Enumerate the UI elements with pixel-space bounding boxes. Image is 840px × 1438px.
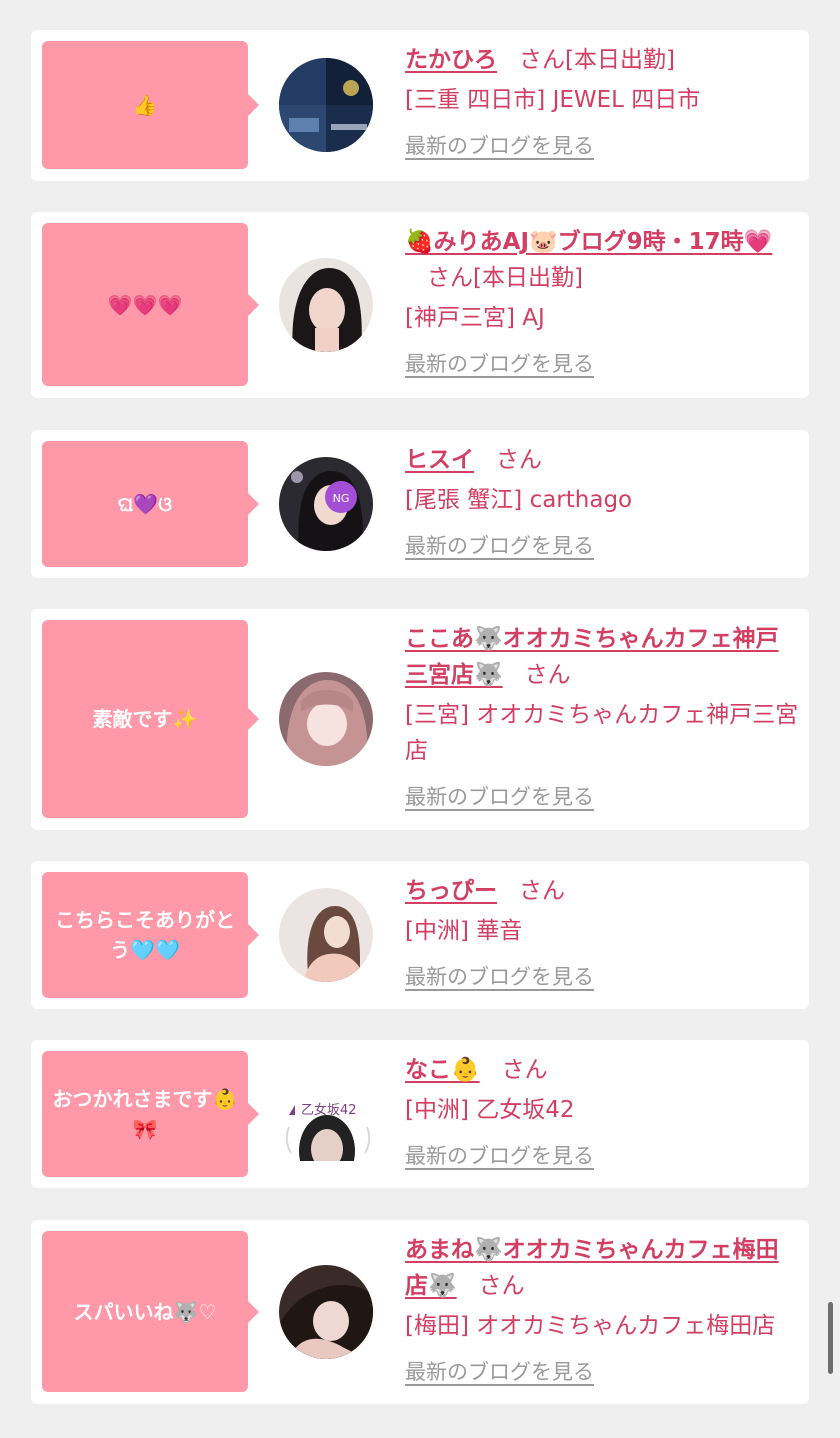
list-item: こちらこそありがとう🩵🩵 ちっぴー さん [中洲] 華音 最新のブログを見る bbox=[31, 861, 809, 1009]
shop-location: [尾張 蟹江] carthago bbox=[405, 487, 633, 513]
reaction-text: スパいいね🐺♡ bbox=[73, 1299, 217, 1324]
avatar[interactable] bbox=[279, 258, 373, 352]
user-name-link[interactable]: ヒスイ bbox=[405, 447, 474, 473]
reaction-bubble: スパいいね🐺♡ bbox=[42, 1231, 259, 1392]
scrollbar[interactable] bbox=[828, 1302, 833, 1374]
reaction-text: 👍 bbox=[132, 93, 158, 117]
latest-blog-link[interactable]: 最新のブログを見る bbox=[405, 528, 799, 564]
entry-info: ちっぴー さん [中洲] 華音 最新のブログを見る bbox=[405, 873, 799, 995]
reaction-bubble: おつかれさまです👶🎀 bbox=[42, 1051, 259, 1177]
reaction-text: おつかれさまです👶🎀 bbox=[52, 1087, 238, 1141]
honorific: さん bbox=[427, 265, 473, 291]
user-name-link[interactable]: なこ👶 bbox=[405, 1057, 480, 1083]
svg-text:NG: NG bbox=[333, 492, 350, 505]
latest-blog-link[interactable]: 最新のブログを見る bbox=[405, 128, 799, 164]
reaction-bubble: こちらこそありがとう🩵🩵 bbox=[42, 872, 259, 998]
honorific: さん bbox=[519, 47, 565, 73]
entry-info: なこ👶 さん [中洲] 乙女坂42 最新のブログを見る bbox=[405, 1052, 799, 1174]
reaction-bubble: 👍 bbox=[42, 41, 259, 169]
avatar[interactable]: NG bbox=[279, 457, 373, 551]
reaction-bubble: 素敵です✨ bbox=[42, 620, 259, 818]
list-item: スパいいね🐺♡ あまね🐺オオカミちゃんカフェ梅田店🐺 さん [梅田] オオカミちゃ… bbox=[31, 1220, 809, 1404]
honorific: さん bbox=[478, 1273, 525, 1299]
list-item: ଘ💜ଓ NG ヒスイ さん [尾張 蟹江] carthago 最新のブログを見る bbox=[31, 430, 809, 578]
honorific: さん bbox=[496, 447, 542, 473]
user-name-link[interactable]: たかひろ bbox=[405, 47, 497, 73]
reaction-text: 💗💗💗 bbox=[107, 292, 183, 317]
entry-info: 🍓みりあAJ🐷ブログ9時・17時💗 さん[本日出勤] [神戸三宮] AJ 最新のブ… bbox=[405, 224, 799, 382]
reaction-text: こちらこそありがとう🩵🩵 bbox=[55, 908, 235, 962]
list-item: 素敵です✨ ここあ🐺オオカミちゃんカフェ神戸三宮店🐺 さん [三宮] オオカミちゃ… bbox=[31, 609, 809, 830]
user-name-link[interactable]: ここあ🐺オオカミちゃんカフェ神戸三宮店🐺 bbox=[405, 626, 779, 688]
latest-blog-link[interactable]: 最新のブログを見る bbox=[405, 959, 799, 995]
status-badge: [本日出勤] bbox=[565, 47, 675, 73]
shop-location: [中洲] 華音 bbox=[405, 918, 523, 944]
latest-blog-link[interactable]: 最新のブログを見る bbox=[405, 779, 799, 815]
entry-info: あまね🐺オオカミちゃんカフェ梅田店🐺 さん [梅田] オオカミちゃんカフェ梅田店 … bbox=[405, 1232, 799, 1390]
honorific: さん bbox=[501, 1057, 548, 1083]
reaction-bubble: ଘ💜ଓ bbox=[42, 441, 259, 567]
entry-info: ヒスイ さん [尾張 蟹江] carthago 最新のブログを見る bbox=[405, 442, 799, 564]
status-badge: [本日出勤] bbox=[473, 265, 583, 291]
avatar[interactable] bbox=[279, 58, 373, 152]
shop-location: [梅田] オオカミちゃんカフェ梅田店 bbox=[405, 1313, 776, 1339]
avatar[interactable] bbox=[279, 888, 373, 982]
latest-blog-link[interactable]: 最新のブログを見る bbox=[405, 1354, 799, 1390]
entry-info: たかひろ さん[本日出勤] [三重 四日市] JEWEL 四日市 最新のブログを見… bbox=[405, 42, 799, 164]
shop-location: [三重 四日市] JEWEL 四日市 bbox=[405, 87, 701, 113]
user-name-link[interactable]: あまね🐺オオカミちゃんカフェ梅田店🐺 bbox=[405, 1237, 779, 1299]
shop-location: [神戸三宮] AJ bbox=[405, 305, 545, 331]
avatar[interactable]: 乙女坂42 bbox=[279, 1067, 379, 1161]
honorific: さん bbox=[519, 878, 565, 904]
latest-blog-link[interactable]: 最新のブログを見る bbox=[405, 1138, 799, 1174]
user-name-link[interactable]: 🍓みりあAJ🐷ブログ9時・17時💗 bbox=[405, 229, 772, 255]
avatar[interactable] bbox=[279, 672, 373, 766]
reaction-text: ଘ💜ଓ bbox=[117, 492, 173, 516]
shop-location: [中洲] 乙女坂42 bbox=[405, 1097, 575, 1123]
avatar[interactable] bbox=[279, 1265, 373, 1359]
reaction-text: 素敵です✨ bbox=[92, 707, 198, 731]
list-item: おつかれさまです👶🎀 乙女坂42 なこ👶 さん [中洲] 乙女坂42 最新のブログ… bbox=[31, 1040, 809, 1188]
reaction-bubble: 💗💗💗 bbox=[42, 223, 259, 386]
list-item: 👍 たかひろ さん[本日出勤] [三重 四日市] JEWEL 四日市 最新のブログ… bbox=[31, 30, 809, 181]
user-name-link[interactable]: ちっぴー bbox=[405, 878, 497, 904]
list-item: 💗💗💗 🍓みりあAJ🐷ブログ9時・17時💗 さん[本日出勤] [神戸三宮] AJ … bbox=[31, 212, 809, 398]
honorific: さん bbox=[524, 662, 571, 688]
latest-blog-link[interactable]: 最新のブログを見る bbox=[405, 346, 799, 382]
entry-info: ここあ🐺オオカミちゃんカフェ神戸三宮店🐺 さん [三宮] オオカミちゃんカフェ神戸… bbox=[405, 621, 799, 815]
shop-location: [三宮] オオカミちゃんカフェ神戸三宮店 bbox=[405, 702, 799, 764]
